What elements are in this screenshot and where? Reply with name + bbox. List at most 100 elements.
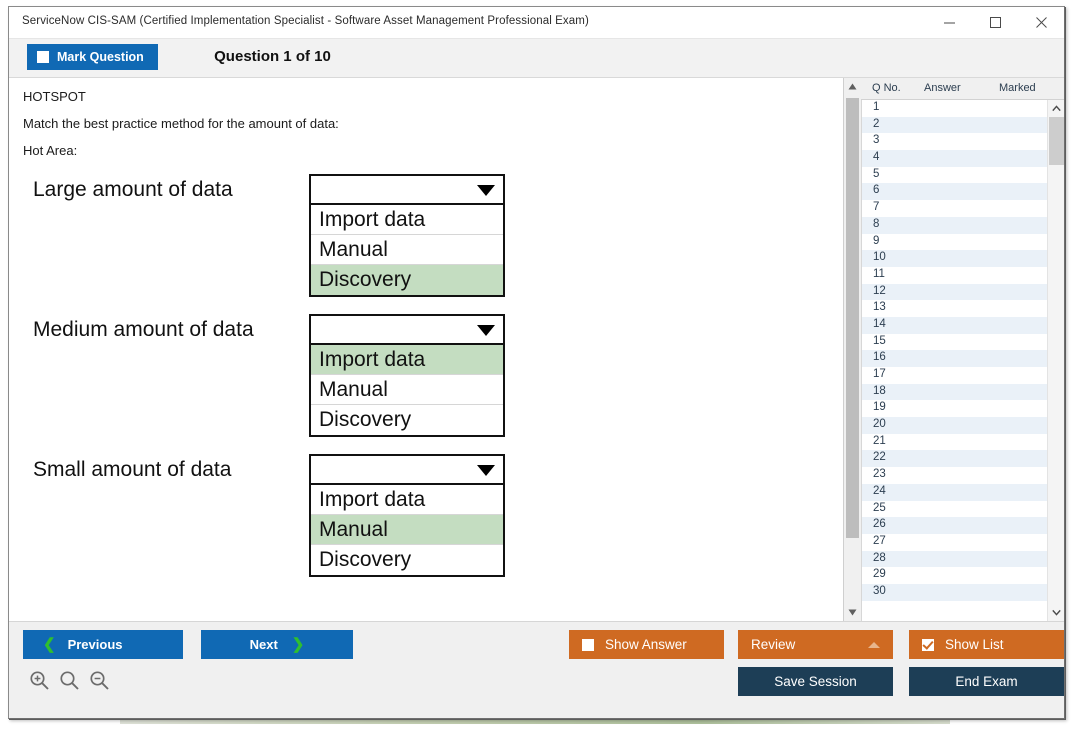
- list-item-qno: 13: [873, 301, 886, 313]
- dropdown-option-selected[interactable]: Discovery: [311, 265, 503, 295]
- list-item-qno: 2: [873, 118, 879, 130]
- end-exam-button[interactable]: End Exam: [909, 667, 1064, 696]
- list-item-qno: 23: [873, 468, 886, 480]
- scroll-down-icon[interactable]: [844, 604, 861, 621]
- next-button[interactable]: Next ❯: [201, 630, 353, 659]
- column-header-answer: Answer: [924, 82, 961, 94]
- list-item-qno: 25: [873, 502, 886, 514]
- list-item-qno: 19: [873, 401, 886, 413]
- window-title: ServiceNow CIS-SAM (Certified Implementa…: [22, 15, 589, 27]
- list-item[interactable]: 20: [862, 417, 1049, 434]
- dropdown-option[interactable]: Discovery: [311, 405, 503, 435]
- dropdown-option-selected[interactable]: Import data: [311, 345, 503, 375]
- dropdown-header[interactable]: [311, 316, 503, 345]
- list-item[interactable]: 9: [862, 234, 1049, 251]
- show-list-button[interactable]: Show List: [909, 630, 1064, 659]
- review-dropdown-button[interactable]: Review: [738, 630, 893, 659]
- list-rows: 1234567891011121314151617181920212223242…: [862, 100, 1049, 601]
- list-item-qno: 5: [873, 168, 879, 180]
- list-item[interactable]: 25: [862, 501, 1049, 518]
- close-icon[interactable]: [1018, 7, 1064, 38]
- desktop-backdrop: ServiceNow CIS-SAM (Certified Implementa…: [0, 0, 1075, 735]
- list-item[interactable]: 14: [862, 317, 1049, 334]
- list-item[interactable]: 12: [862, 284, 1049, 301]
- dropdown-header[interactable]: [311, 456, 503, 485]
- list-item-qno: 24: [873, 485, 886, 497]
- zoom-in-icon[interactable]: [29, 670, 50, 691]
- list-item[interactable]: 16: [862, 350, 1049, 367]
- list-item[interactable]: 1: [862, 100, 1049, 117]
- answer-dropdown-medium[interactable]: Import data Manual Discovery: [309, 314, 505, 437]
- list-inner-scrollbar[interactable]: [1047, 100, 1064, 621]
- show-list-checkbox-icon: [922, 639, 934, 651]
- minimize-icon[interactable]: [926, 7, 972, 38]
- review-label: Review: [751, 637, 795, 652]
- chevron-left-icon: ❮: [43, 637, 56, 652]
- chevron-up-icon: [868, 642, 880, 648]
- dropdown-option[interactable]: Manual: [311, 375, 503, 405]
- list-item[interactable]: 8: [862, 217, 1049, 234]
- dropdown-option[interactable]: Import data: [311, 205, 503, 235]
- save-session-button[interactable]: Save Session: [738, 667, 893, 696]
- list-item-qno: 20: [873, 418, 886, 430]
- zoom-controls: [29, 670, 110, 691]
- dropdown-option[interactable]: Discovery: [311, 545, 503, 575]
- list-item-qno: 3: [873, 134, 879, 146]
- list-item-qno: 12: [873, 285, 886, 297]
- list-item[interactable]: 30: [862, 584, 1049, 601]
- list-item-qno: 11: [873, 268, 885, 280]
- answer-dropdown-large[interactable]: Import data Manual Discovery: [309, 174, 505, 297]
- list-item[interactable]: 19: [862, 400, 1049, 417]
- list-item-qno: 1: [873, 101, 879, 113]
- footer-toolbar: ❮ Previous Next ❯ Show Answer Review Sho…: [9, 621, 1064, 718]
- list-item-qno: 6: [873, 184, 879, 196]
- scroll-up-icon[interactable]: [1048, 100, 1065, 117]
- previous-button[interactable]: ❮ Previous: [23, 630, 183, 659]
- maximize-icon[interactable]: [972, 7, 1018, 38]
- list-item[interactable]: 2: [862, 117, 1049, 134]
- list-item[interactable]: 29: [862, 567, 1049, 584]
- list-item[interactable]: 23: [862, 467, 1049, 484]
- list-item[interactable]: 3: [862, 133, 1049, 150]
- question-counter: Question 1 of 10: [9, 48, 1064, 65]
- dropdown-option-selected[interactable]: Manual: [311, 515, 503, 545]
- list-item[interactable]: 18: [862, 384, 1049, 401]
- list-item[interactable]: 11: [862, 267, 1049, 284]
- dropdown-option[interactable]: Import data: [311, 485, 503, 515]
- scroll-up-icon[interactable]: [844, 78, 861, 95]
- zoom-reset-icon[interactable]: [59, 670, 80, 691]
- list-item[interactable]: 6: [862, 183, 1049, 200]
- list-item[interactable]: 7: [862, 200, 1049, 217]
- answer-dropdown-small[interactable]: Import data Manual Discovery: [309, 454, 505, 577]
- list-item[interactable]: 22: [862, 450, 1049, 467]
- zoom-out-icon[interactable]: [89, 670, 110, 691]
- list-item-qno: 28: [873, 552, 886, 564]
- list-item[interactable]: 27: [862, 534, 1049, 551]
- scroll-down-icon[interactable]: [1048, 604, 1065, 621]
- next-label: Next: [250, 637, 278, 652]
- dropdown-header[interactable]: [311, 176, 503, 205]
- scrollbar-thumb[interactable]: [846, 98, 859, 538]
- list-item[interactable]: 5: [862, 167, 1049, 184]
- list-item[interactable]: 13: [862, 300, 1049, 317]
- list-item[interactable]: 28: [862, 551, 1049, 568]
- list-item[interactable]: 15: [862, 334, 1049, 351]
- exam-application-window: ServiceNow CIS-SAM (Certified Implementa…: [8, 6, 1065, 719]
- show-list-label: Show List: [945, 637, 1004, 652]
- list-outer-scrollbar[interactable]: [844, 78, 861, 621]
- chevron-right-icon: ❯: [292, 637, 305, 652]
- list-item[interactable]: 26: [862, 517, 1049, 534]
- list-header-row: Q No. Answer Marked: [861, 78, 1065, 100]
- question-type-label: HOTSPOT: [23, 89, 86, 104]
- dropdown-option[interactable]: Manual: [311, 235, 503, 265]
- list-item[interactable]: 4: [862, 150, 1049, 167]
- list-item[interactable]: 10: [862, 250, 1049, 267]
- list-item[interactable]: 17: [862, 367, 1049, 384]
- list-rows-viewport: 1234567891011121314151617181920212223242…: [861, 100, 1065, 621]
- list-item[interactable]: 24: [862, 484, 1049, 501]
- scrollbar-thumb[interactable]: [1049, 117, 1064, 165]
- column-header-qno: Q No.: [872, 82, 901, 94]
- show-answer-button[interactable]: Show Answer: [569, 630, 724, 659]
- list-item[interactable]: 21: [862, 434, 1049, 451]
- list-item-qno: 10: [873, 251, 886, 263]
